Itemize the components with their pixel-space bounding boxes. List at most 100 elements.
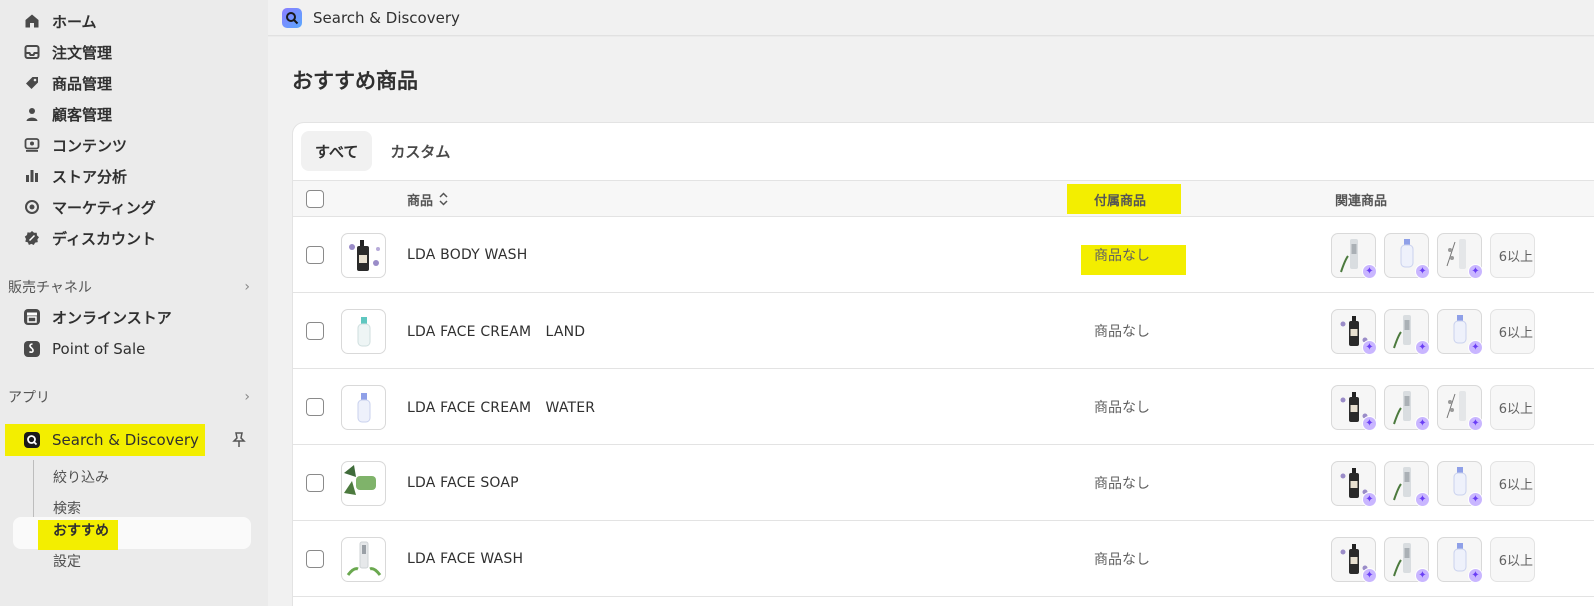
sparkle-icon: ✦: [1362, 415, 1377, 431]
included-products: 商品なし: [1094, 324, 1150, 340]
select-all-checkbox[interactable]: [306, 181, 324, 217]
related-thumbnail: ✦: [1437, 536, 1483, 583]
product-name[interactable]: LDA FACE CREAM LAND: [407, 293, 585, 369]
related-column-header: 関連商品: [1335, 193, 1388, 209]
product-thumbnail: [341, 521, 386, 597]
store-icon: [22, 307, 42, 327]
sparkle-icon: ✦: [1468, 491, 1483, 507]
search-discovery-icon: [22, 430, 42, 450]
more-related-button[interactable]: 6以上: [1490, 308, 1535, 354]
row-checkbox[interactable]: [306, 217, 324, 293]
tab-all[interactable]: すべて: [301, 131, 373, 171]
pin-icon[interactable]: [230, 431, 248, 449]
sparkle-icon: ✦: [1362, 263, 1377, 279]
sales-channels-header[interactable]: 販売チャネル ›: [8, 276, 252, 298]
pos-icon: [22, 339, 42, 359]
sales-channels-label: 販売チャネル: [8, 280, 92, 296]
nav-label: ディスカウント: [52, 229, 156, 248]
person-icon: [22, 104, 42, 124]
product-column-header[interactable]: 商品: [407, 181, 448, 217]
row-checkbox[interactable]: [306, 369, 324, 445]
product-name[interactable]: LDA FACE SOAP: [407, 445, 519, 521]
sparkle-icon: ✦: [1468, 339, 1483, 355]
more-related-button[interactable]: 6以上: [1490, 536, 1535, 582]
app-topbar: Search & Discovery: [268, 0, 1594, 36]
included-products: 商品なし: [1094, 400, 1150, 416]
related-thumbnail: ✦: [1331, 384, 1377, 431]
nav-discounts[interactable]: ディスカウント: [22, 226, 156, 250]
sub-item-recommendations[interactable]: おすすめ: [53, 519, 109, 541]
sub-item-filters[interactable]: 絞り込み: [53, 466, 109, 488]
nav-label: Search & Discovery: [52, 431, 199, 449]
table-row[interactable]: LDA BODY WASH 商品なし ✦ ✦ ✦ 6以上: [293, 217, 1594, 293]
apps-label: アプリ: [8, 390, 50, 406]
sub-item-settings[interactable]: 設定: [53, 550, 81, 572]
related-thumbnail: ✦: [1384, 308, 1430, 355]
related-products: ✦ ✦ ✦ 6以上: [1331, 293, 1535, 369]
sub-item-search[interactable]: 検索: [53, 497, 81, 519]
sparkle-icon: ✦: [1468, 415, 1483, 431]
nav-online-store[interactable]: オンラインストア: [22, 305, 172, 329]
related-thumbnail: ✦: [1384, 232, 1430, 279]
nav-point-of-sale[interactable]: Point of Sale: [22, 337, 145, 361]
nav-label: オンラインストア: [52, 308, 172, 327]
sidebar: ホーム 注文管理 商品管理 顧客管理 コンテンツ ストア分析 マーケティング デ…: [0, 0, 268, 606]
nav-analytics[interactable]: ストア分析: [22, 164, 127, 188]
nav-content[interactable]: コンテンツ: [22, 133, 127, 157]
search-discovery-app-icon: [282, 7, 302, 28]
nav-orders[interactable]: 注文管理: [22, 40, 112, 64]
more-related-button[interactable]: 6以上: [1490, 460, 1535, 506]
inbox-icon: [22, 42, 42, 62]
sparkle-icon: ✦: [1362, 339, 1377, 355]
target-icon: [22, 197, 42, 217]
related-thumbnail: ✦: [1331, 536, 1377, 583]
row-checkbox[interactable]: [306, 293, 324, 369]
chevron-right-icon: ›: [244, 279, 250, 295]
tab-bar: すべて カスタム: [301, 131, 468, 171]
related-products: ✦ ✦ ✦ 6以上: [1331, 369, 1535, 445]
table-row[interactable]: LDA FACE CREAM LAND 商品なし ✦ ✦ ✦ 6以上: [293, 293, 1594, 369]
related-thumbnail: ✦: [1437, 232, 1483, 279]
table-row[interactable]: LDA FACE CREAM WATER 商品なし ✦ ✦ ✦ 6以上: [293, 369, 1594, 445]
included-column-header: 付属商品: [1094, 193, 1147, 209]
product-name[interactable]: LDA BODY WASH: [407, 217, 527, 293]
sparkle-icon: ✦: [1415, 491, 1430, 507]
row-checkbox[interactable]: [306, 521, 324, 597]
tab-custom[interactable]: カスタム: [376, 131, 464, 171]
related-thumbnail: ✦: [1437, 384, 1483, 431]
nav-customers[interactable]: 顧客管理: [22, 102, 112, 126]
recommendations-card: すべて カスタム 商品 付属商品 関連商品 LDA BODY WASH 商品なし: [292, 122, 1594, 606]
product-thumbnail: [341, 293, 386, 369]
related-products: ✦ ✦ ✦ 6以上: [1331, 445, 1535, 521]
product-thumbnail: [341, 369, 386, 445]
tag-icon: [22, 73, 42, 93]
nav-products[interactable]: 商品管理: [22, 71, 112, 95]
sparkle-icon: ✦: [1362, 491, 1377, 507]
more-related-button[interactable]: 6以上: [1490, 384, 1535, 430]
nav-search-discovery[interactable]: Search & Discovery: [22, 428, 199, 452]
nav-label: 顧客管理: [52, 105, 113, 124]
table-row[interactable]: LDA FACE WASH 商品なし ✦ ✦ ✦ 6以上: [293, 521, 1594, 597]
table-row[interactable]: LDA FACE SOAP 商品なし ✦ ✦ ✦ 6以上: [293, 445, 1594, 521]
image-icon: [22, 135, 42, 155]
sparkle-icon: ✦: [1468, 567, 1483, 583]
related-thumbnail: ✦: [1384, 384, 1430, 431]
included-products: 商品なし: [1094, 248, 1150, 264]
nav-label: マーケティング: [52, 198, 156, 217]
included-products: 商品なし: [1094, 552, 1150, 568]
nav-label: Point of Sale: [52, 340, 146, 358]
included-products: 商品なし: [1094, 476, 1150, 492]
nav-home[interactable]: ホーム: [22, 9, 97, 33]
nav-label: 商品管理: [52, 74, 113, 93]
related-thumbnail: ✦: [1437, 460, 1483, 507]
more-related-button[interactable]: 6以上: [1490, 232, 1535, 278]
related-thumbnail: ✦: [1331, 232, 1377, 279]
product-name[interactable]: LDA FACE CREAM WATER: [407, 369, 595, 445]
related-thumbnail: ✦: [1384, 536, 1430, 583]
product-name[interactable]: LDA FACE WASH: [407, 521, 523, 597]
related-thumbnail: ✦: [1331, 460, 1377, 507]
sparkle-icon: ✦: [1468, 263, 1483, 279]
nav-marketing[interactable]: マーケティング: [22, 195, 156, 219]
apps-header[interactable]: アプリ ›: [8, 386, 252, 408]
row-checkbox[interactable]: [306, 445, 324, 521]
